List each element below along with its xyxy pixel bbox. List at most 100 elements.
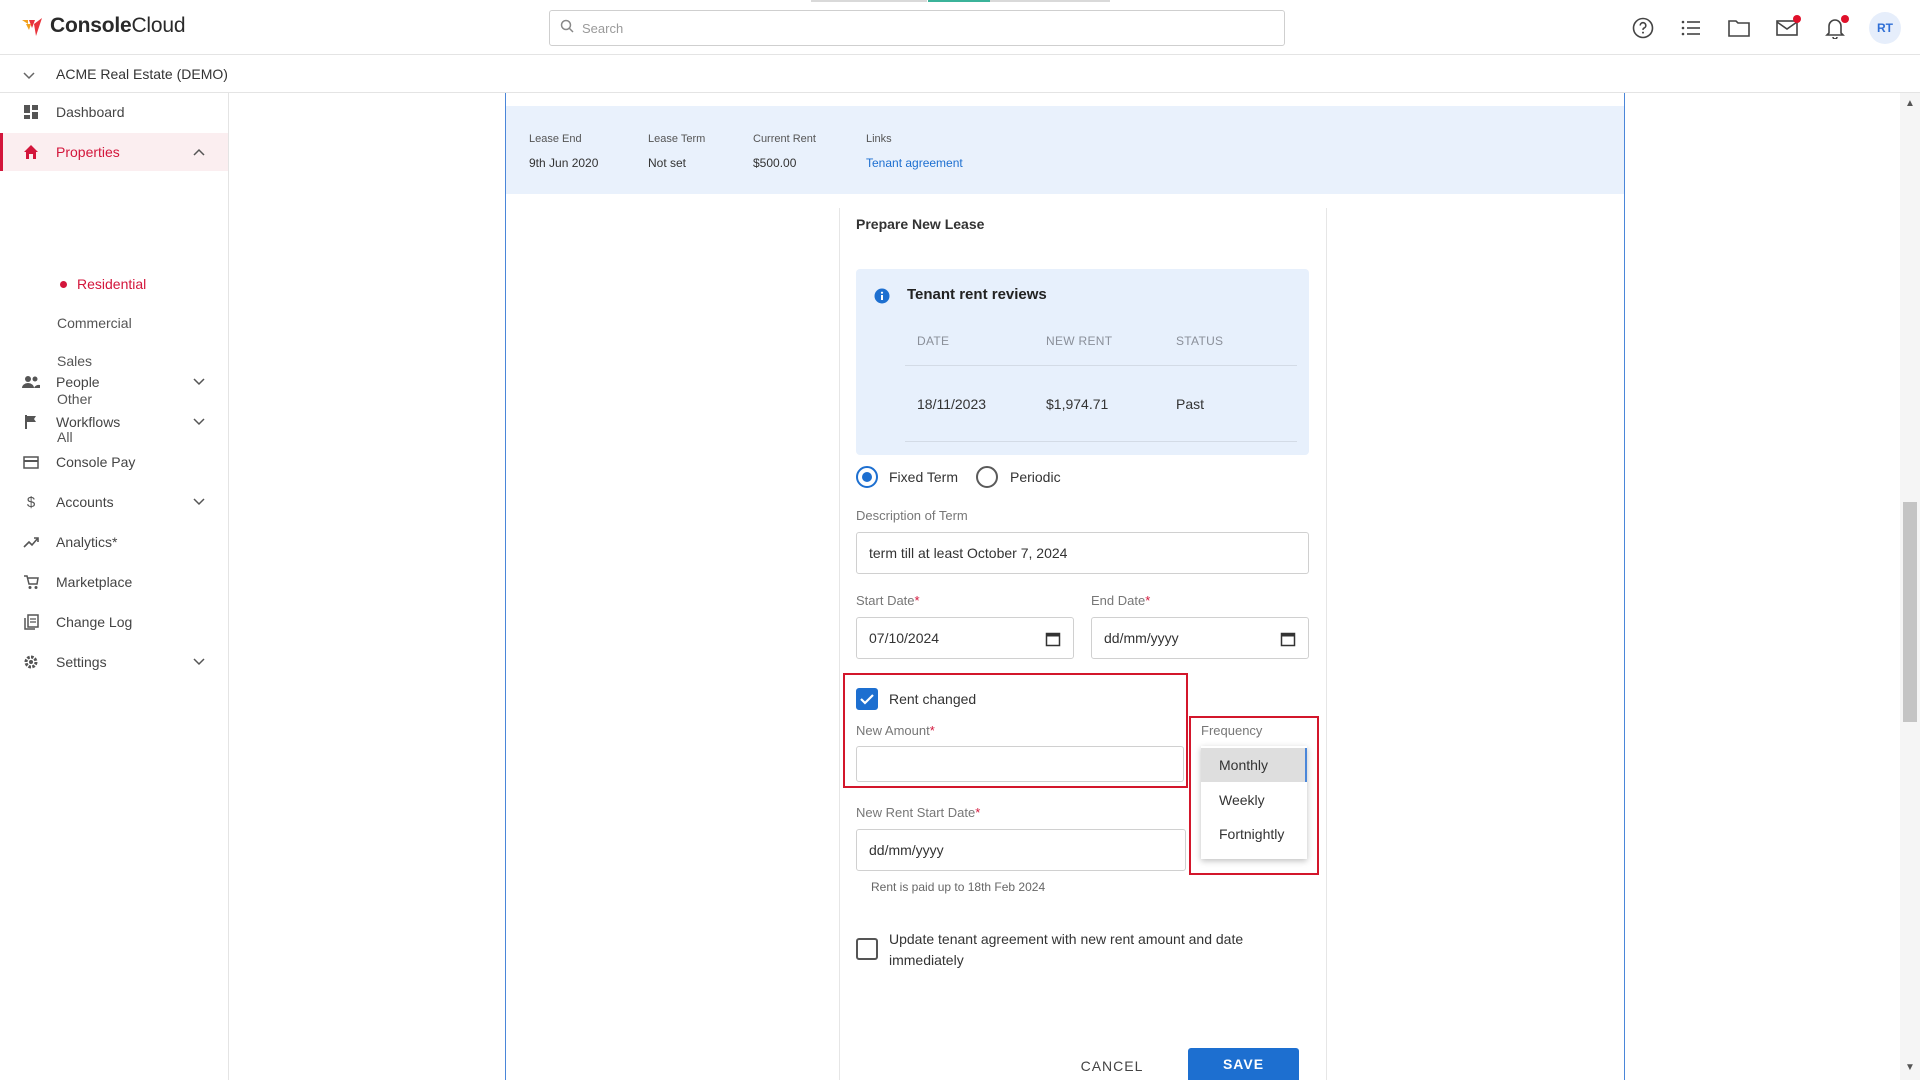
trend-icon — [22, 533, 40, 551]
chevron-down-icon — [192, 495, 206, 509]
log-icon — [22, 613, 40, 631]
list-icon[interactable] — [1677, 14, 1705, 42]
chevron-down-icon — [192, 655, 206, 669]
sidebar-item-accounts[interactable]: $ Accounts — [0, 483, 228, 521]
review-status: Past — [1176, 396, 1205, 412]
sidebar-item-label: Console Pay — [56, 454, 136, 470]
active-dot — [60, 281, 67, 288]
tenant-agreement-link[interactable]: Tenant agreement — [866, 156, 963, 170]
top-accent-line — [928, 0, 990, 2]
sidebar-item-analytics[interactable]: Analytics* — [0, 523, 228, 561]
fixed-term-label: Fixed Term — [889, 469, 958, 485]
top-bar: ConsoleCloud RT — [0, 0, 1920, 55]
chevron-down-icon — [192, 375, 206, 389]
rent-changed-checkbox[interactable] — [856, 688, 878, 710]
description-value: term till at least October 7, 2024 — [869, 545, 1068, 561]
folder-icon[interactable] — [1725, 14, 1753, 42]
scrollbar-thumb[interactable] — [1903, 502, 1917, 722]
sidebar-subitem-commercial[interactable]: Commercial — [57, 315, 132, 331]
column-header-date: DATE — [917, 334, 950, 348]
lease-term-label: Lease Term — [648, 133, 706, 145]
end-date-field[interactable]: dd/mm/yyyy — [1091, 617, 1309, 659]
sidebar-item-change-log[interactable]: Change Log — [0, 603, 228, 641]
sidebar-item-label: Workflows — [56, 414, 121, 430]
sidebar: Dashboard Properties Residential Commerc… — [0, 93, 229, 1080]
description-label: Description of Term — [856, 508, 968, 523]
current-rent-label: Current Rent — [753, 133, 816, 145]
sidebar-item-dashboard[interactable]: Dashboard — [0, 93, 228, 131]
sidebar-item-label: Dashboard — [56, 104, 125, 120]
top-accent-line — [811, 0, 927, 2]
start-date-value: 07/10/2024 — [869, 630, 940, 646]
mail-notification-dot — [1793, 15, 1801, 23]
rent-changed-label: Rent changed — [889, 691, 977, 707]
calendar-icon[interactable] — [1280, 631, 1296, 647]
logo-mark-icon — [20, 14, 44, 38]
update-agreement-label-cont: immediately — [889, 952, 964, 968]
cart-icon — [22, 573, 40, 591]
description-field[interactable]: term till at least October 7, 2024 — [856, 532, 1309, 574]
chevron-down-icon — [192, 415, 206, 429]
logo[interactable]: ConsoleCloud — [20, 14, 186, 38]
help-icon[interactable] — [1629, 14, 1657, 42]
frequency-label: Frequency — [1201, 723, 1263, 738]
new-rent-start-field[interactable]: dd/mm/yyyy — [856, 829, 1186, 871]
gear-icon — [22, 653, 40, 671]
new-rent-start-label: New Rent Start Date* — [856, 805, 981, 820]
start-date-field[interactable]: 07/10/2024 — [856, 617, 1074, 659]
calendar-icon[interactable] — [1045, 631, 1061, 647]
current-rent-value: $500.00 — [753, 156, 797, 170]
frequency-dropdown[interactable]: Monthly Weekly Fortnightly — [1201, 746, 1307, 859]
sidebar-item-console-pay[interactable]: Console Pay — [0, 443, 228, 481]
avatar[interactable]: RT — [1869, 12, 1901, 44]
fixed-term-radio[interactable] — [856, 466, 878, 488]
end-date-value: dd/mm/yyyy — [1104, 630, 1179, 646]
end-date-label: End Date* — [1091, 593, 1151, 608]
review-new-rent: $1,974.71 — [1046, 396, 1109, 412]
bell-notification-dot — [1841, 15, 1849, 23]
sidebar-item-label: Settings — [56, 654, 107, 670]
focus-indicator — [1305, 748, 1307, 782]
sidebar-item-workflows[interactable]: Workflows — [0, 403, 228, 441]
rent-paid-note: Rent is paid up to 18th Feb 2024 — [871, 880, 1046, 894]
divider — [905, 365, 1297, 366]
dashboard-icon — [22, 103, 40, 121]
flag-icon — [22, 413, 40, 431]
sidebar-item-label: Properties — [56, 144, 120, 160]
brand-name: ConsoleCloud — [50, 14, 186, 37]
form-title: Prepare New Lease — [856, 216, 985, 232]
sidebar-item-settings[interactable]: Settings — [0, 643, 228, 681]
people-icon — [22, 373, 40, 391]
search-icon — [560, 19, 574, 38]
links-label: Links — [866, 133, 892, 145]
frequency-option-weekly[interactable]: Weekly — [1201, 783, 1307, 817]
update-agreement-label: Update tenant agreement with new rent am… — [889, 931, 1244, 947]
dollar-icon: $ — [26, 493, 36, 511]
new-amount-label: New Amount* — [856, 723, 935, 738]
update-agreement-checkbox[interactable] — [856, 938, 878, 960]
info-icon — [874, 288, 890, 309]
frequency-option-fortnightly[interactable]: Fortnightly — [1201, 817, 1307, 851]
start-date-label: Start Date* — [856, 593, 920, 608]
save-button[interactable]: SAVE — [1188, 1048, 1299, 1080]
sidebar-item-properties[interactable]: Properties — [0, 133, 228, 171]
sidebar-subitem-residential[interactable]: Residential — [77, 276, 146, 292]
periodic-radio[interactable] — [976, 466, 998, 488]
chevron-down-icon — [22, 68, 36, 86]
new-amount-field[interactable] — [856, 746, 1184, 782]
column-header-status: STATUS — [1176, 334, 1224, 348]
sidebar-item-marketplace[interactable]: Marketplace — [0, 563, 228, 601]
search-input[interactable] — [582, 20, 1262, 36]
scroll-up-arrow-icon[interactable]: ▲ — [1905, 98, 1915, 109]
sidebar-item-people[interactable]: People — [0, 363, 228, 401]
column-header-new-rent: NEW RENT — [1046, 334, 1113, 348]
top-accent-line — [990, 0, 1110, 2]
search-box[interactable] — [549, 10, 1285, 46]
frequency-option-monthly[interactable]: Monthly — [1201, 748, 1307, 782]
scroll-down-arrow-icon[interactable]: ▼ — [1905, 1062, 1915, 1073]
reviews-title: Tenant rent reviews — [907, 286, 1047, 303]
cancel-button[interactable]: CANCEL — [1075, 1052, 1149, 1080]
divider — [905, 441, 1297, 442]
org-selector[interactable]: ACME Real Estate (DEMO) — [0, 56, 1920, 93]
chevron-up-icon — [192, 145, 206, 159]
